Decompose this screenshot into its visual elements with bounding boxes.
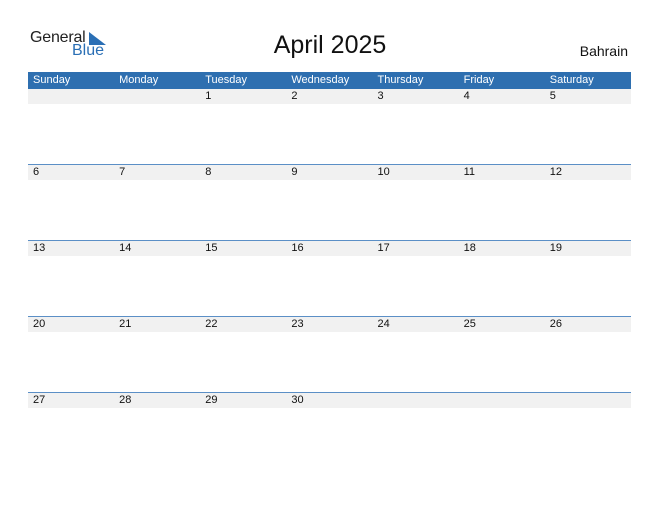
day-cell: 29: [205, 394, 218, 406]
day-cell: [459, 393, 545, 408]
day-cell: 8: [205, 166, 212, 178]
calendar-grid: Sunday Monday Tuesday Wednesday Thursday…: [28, 72, 631, 468]
day-cell: 25: [463, 318, 476, 330]
date-row: 20 21 22 23 24 25 26: [28, 317, 631, 332]
week-row: 1 2 3 4 5: [28, 89, 631, 164]
weekday-friday: Friday: [463, 74, 495, 86]
day-cell: 21: [119, 318, 132, 330]
date-row: 13 14 15 16 17 18 19: [28, 241, 631, 256]
day-cell: 26: [549, 318, 562, 330]
day-cell: 22: [205, 318, 218, 330]
day-cell: [545, 393, 631, 408]
week-row: 20 21 22 23 24 25 26: [28, 316, 631, 392]
day-cell: 6: [33, 166, 40, 178]
week-row: 13 14 15 16 17 18 19: [28, 240, 631, 316]
day-cell: 10: [377, 166, 390, 178]
weekday-sunday: Sunday: [33, 74, 71, 86]
day-cell: 11: [463, 166, 476, 178]
weekday-monday: Monday: [119, 74, 159, 86]
day-cell: [114, 89, 200, 104]
weekday-saturday: Saturday: [549, 74, 594, 86]
day-cell: 23: [291, 318, 304, 330]
date-row: 1 2 3 4 5: [28, 89, 631, 104]
day-cell: 13: [33, 242, 46, 254]
calendar-title: April 2025: [273, 31, 387, 59]
day-cell: 18: [463, 242, 476, 254]
day-cell: 3: [377, 90, 384, 102]
weekday-header: Sunday Monday Tuesday Wednesday Thursday…: [28, 72, 631, 89]
date-row: 27 28 29 30: [28, 393, 631, 408]
week-row: 6 7 8 9 10 11 12: [28, 164, 631, 240]
day-cell: 1: [205, 90, 212, 102]
day-cell: 28: [119, 394, 132, 406]
day-cell: 2: [291, 90, 298, 102]
date-row: 6 7 8 9 10 11 12: [28, 165, 631, 180]
day-cell: 17: [377, 242, 390, 254]
country-label: Bahrain: [579, 43, 628, 59]
weekday-wednesday: Wednesday: [291, 74, 350, 86]
day-cell: [28, 89, 114, 104]
day-cell: 27: [33, 394, 46, 406]
weekday-thursday: Thursday: [377, 74, 424, 86]
day-cell: 16: [291, 242, 304, 254]
day-cell: 24: [377, 318, 390, 330]
day-cell: 20: [33, 318, 46, 330]
day-cell: [373, 393, 459, 408]
weekday-tuesday: Tuesday: [205, 74, 248, 86]
day-cell: 14: [119, 242, 132, 254]
week-row: 27 28 29 30: [28, 392, 631, 468]
day-cell: 4: [463, 90, 470, 102]
day-cell: 9: [291, 166, 298, 178]
day-cell: 30: [291, 394, 304, 406]
day-cell: 19: [549, 242, 562, 254]
day-cell: 12: [549, 166, 562, 178]
day-cell: 15: [205, 242, 218, 254]
day-cell: 7: [119, 166, 126, 178]
day-cell: 5: [549, 90, 556, 102]
